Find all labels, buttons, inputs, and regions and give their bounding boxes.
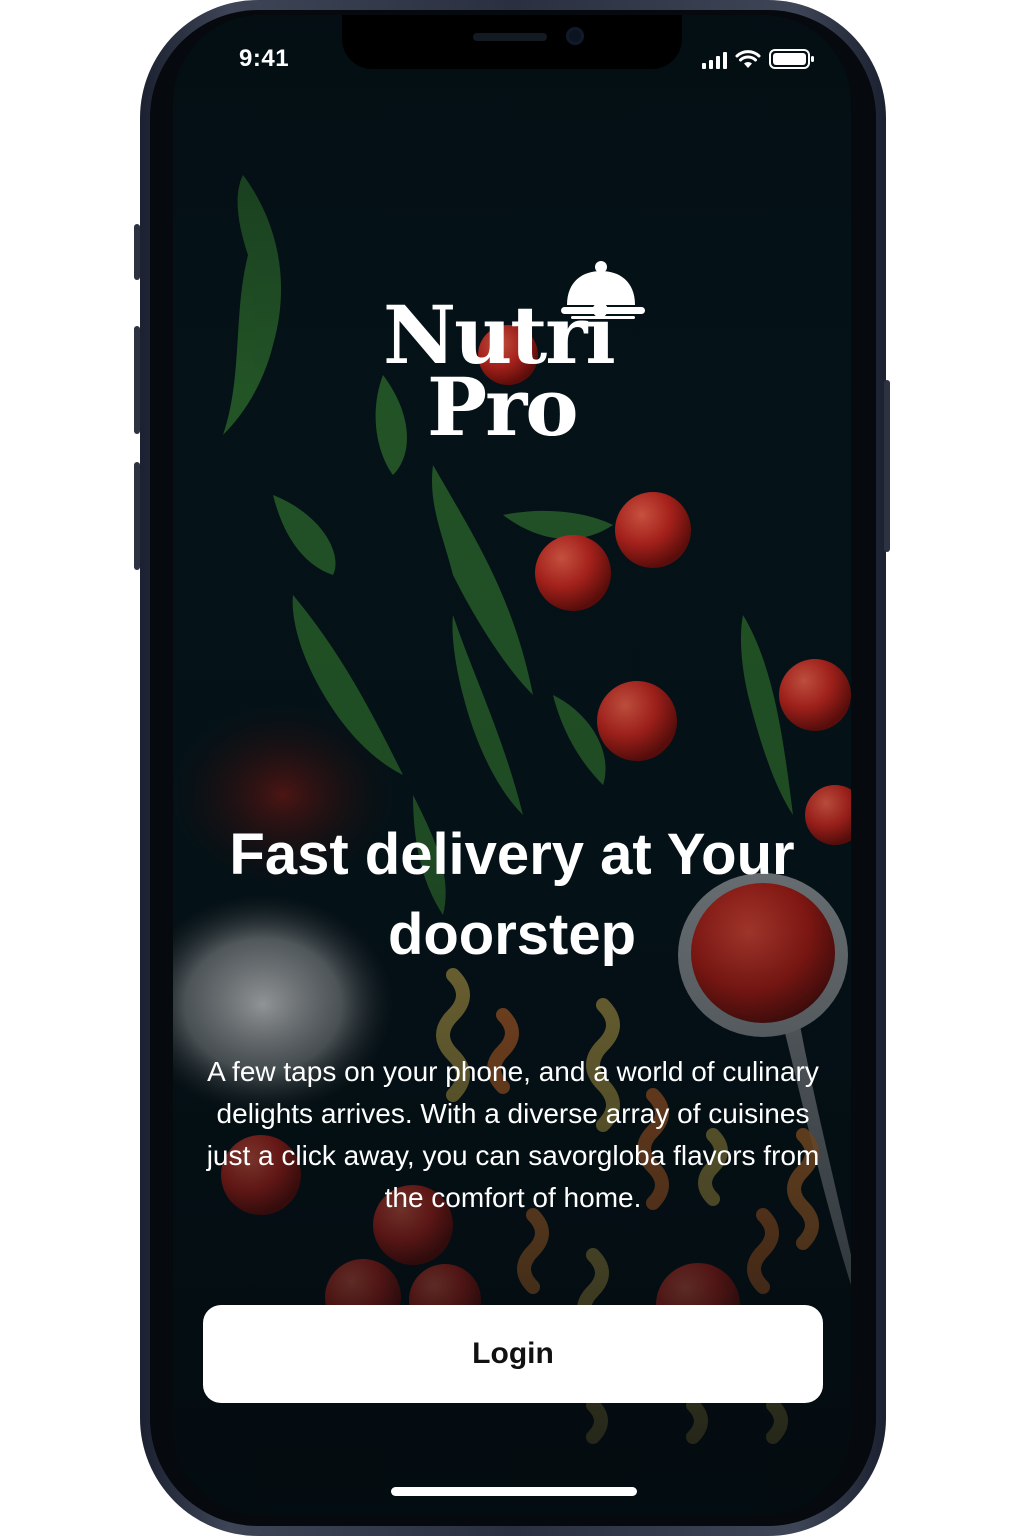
onboarding-description: A few taps on your phone, and a world of… — [206, 1056, 820, 1213]
earpiece-speaker — [473, 33, 547, 41]
login-button-label: Login — [472, 1337, 554, 1370]
background-overlay — [173, 15, 851, 1515]
status-icons — [702, 49, 815, 69]
home-indicator[interactable] — [391, 1487, 637, 1496]
cellular-signal-icon — [702, 51, 727, 69]
battery-icon — [769, 49, 814, 69]
app-logo: Nutri Pro — [373, 247, 673, 447]
front-camera — [566, 27, 584, 45]
power-button — [884, 380, 890, 552]
status-time: 9:41 — [239, 45, 290, 72]
volume-down-button — [134, 462, 140, 570]
login-button[interactable]: Login — [203, 1305, 823, 1403]
logo-text-line2: Pro — [427, 360, 579, 454]
device-notch — [342, 15, 682, 69]
wifi-icon — [735, 50, 761, 68]
volume-up-button — [134, 326, 140, 434]
onboarding-headline: Fast delivery at Your doorstep — [229, 822, 795, 967]
silent-switch — [134, 224, 140, 280]
app-screen: 9:41 Nutri Pro Fast delivery at Your doo… — [173, 15, 851, 1515]
